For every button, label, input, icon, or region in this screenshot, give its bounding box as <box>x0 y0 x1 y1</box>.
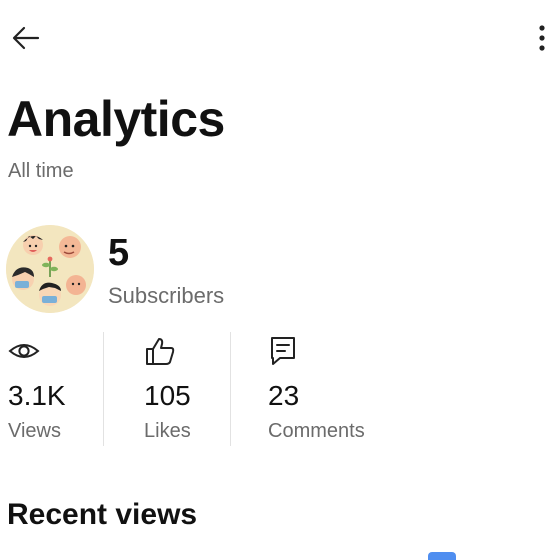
subscriber-label: Subscribers <box>108 283 225 308</box>
comment-icon <box>268 334 304 368</box>
stat-comments[interactable]: 23 Comments <box>268 332 398 446</box>
comments-label: Comments <box>268 420 365 442</box>
comments-value: 23 <box>268 380 300 411</box>
page-title: Analytics <box>7 91 225 147</box>
avatar-illustration <box>6 225 94 313</box>
back-button[interactable] <box>8 20 44 56</box>
partial-content-indicator <box>428 552 456 560</box>
subscriber-count: 5 <box>108 232 130 274</box>
arrow-left-icon <box>12 26 40 50</box>
more-vertical-icon <box>539 25 545 51</box>
recent-views-heading: Recent views <box>7 498 198 531</box>
top-bar <box>0 0 560 76</box>
likes-value: 105 <box>144 380 191 411</box>
time-range-label: All time <box>8 160 74 182</box>
views-label: Views <box>8 420 61 442</box>
thumbs-up-icon <box>144 334 180 368</box>
channel-avatar[interactable] <box>6 225 94 313</box>
stat-divider <box>103 332 104 446</box>
stat-likes[interactable]: 105 Likes <box>144 332 224 446</box>
more-options-button[interactable] <box>528 20 556 56</box>
eye-icon <box>8 334 44 368</box>
views-value: 3.1K <box>8 380 66 411</box>
stat-divider <box>230 332 231 446</box>
stat-views[interactable]: 3.1K Views <box>8 332 98 446</box>
likes-label: Likes <box>144 420 191 442</box>
